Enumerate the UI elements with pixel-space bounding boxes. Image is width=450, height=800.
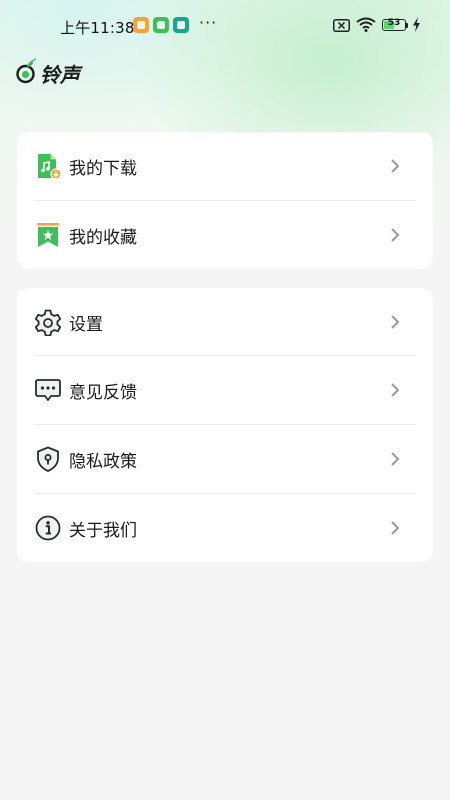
gear-icon	[34, 309, 62, 336]
library-card: 我的下载 我的收藏	[17, 132, 433, 269]
settings-card: 设置 意见反馈 隐私政策 关于我们	[17, 288, 433, 562]
menu-item-my-downloads[interactable]: 我的下载	[17, 132, 433, 200]
menu-item-label: 我的收藏	[69, 228, 137, 248]
chevron-right-icon	[391, 228, 400, 242]
menu-item-label: 我的下载	[69, 159, 137, 179]
shield-lock-icon	[37, 446, 59, 472]
no-sim-icon	[333, 19, 350, 32]
battery-level-text: 53	[387, 18, 401, 28]
menu-item-label: 关于我们	[69, 521, 137, 541]
menu-item-label: 隐私政策	[69, 452, 137, 472]
music-file-download-icon	[38, 154, 62, 180]
chevron-right-icon	[391, 315, 400, 329]
chevron-right-icon	[391, 159, 400, 173]
status-bar: 上午11:38 ··· 53	[0, 0, 450, 52]
notification-app-icon	[173, 17, 189, 33]
chevron-right-icon	[391, 521, 400, 535]
menu-item-my-favorites[interactable]: 我的收藏	[17, 201, 433, 269]
status-time: 上午11:38	[60, 19, 135, 37]
notification-app-icon	[133, 17, 149, 33]
info-icon	[35, 515, 61, 541]
chevron-right-icon	[391, 383, 400, 397]
battery-tip	[406, 23, 408, 28]
chat-bubble-icon	[35, 379, 61, 401]
app-logo-icon	[16, 58, 37, 84]
bookmark-star-icon	[37, 223, 59, 247]
charging-icon	[413, 17, 420, 32]
menu-item-settings[interactable]: 设置	[17, 288, 433, 356]
menu-item-label: 意见反馈	[69, 383, 137, 403]
menu-item-label: 设置	[69, 315, 103, 335]
app-title: 铃声	[40, 63, 80, 87]
chevron-right-icon	[391, 452, 400, 466]
battery-icon: 53	[382, 18, 406, 31]
menu-item-about-us[interactable]: 关于我们	[17, 494, 433, 562]
notification-app-icon	[153, 17, 169, 33]
menu-item-feedback[interactable]: 意见反馈	[17, 356, 433, 424]
more-notifications-icon: ···	[199, 13, 218, 32]
menu-item-privacy-policy[interactable]: 隐私政策	[17, 425, 433, 493]
wifi-icon	[356, 17, 376, 32]
